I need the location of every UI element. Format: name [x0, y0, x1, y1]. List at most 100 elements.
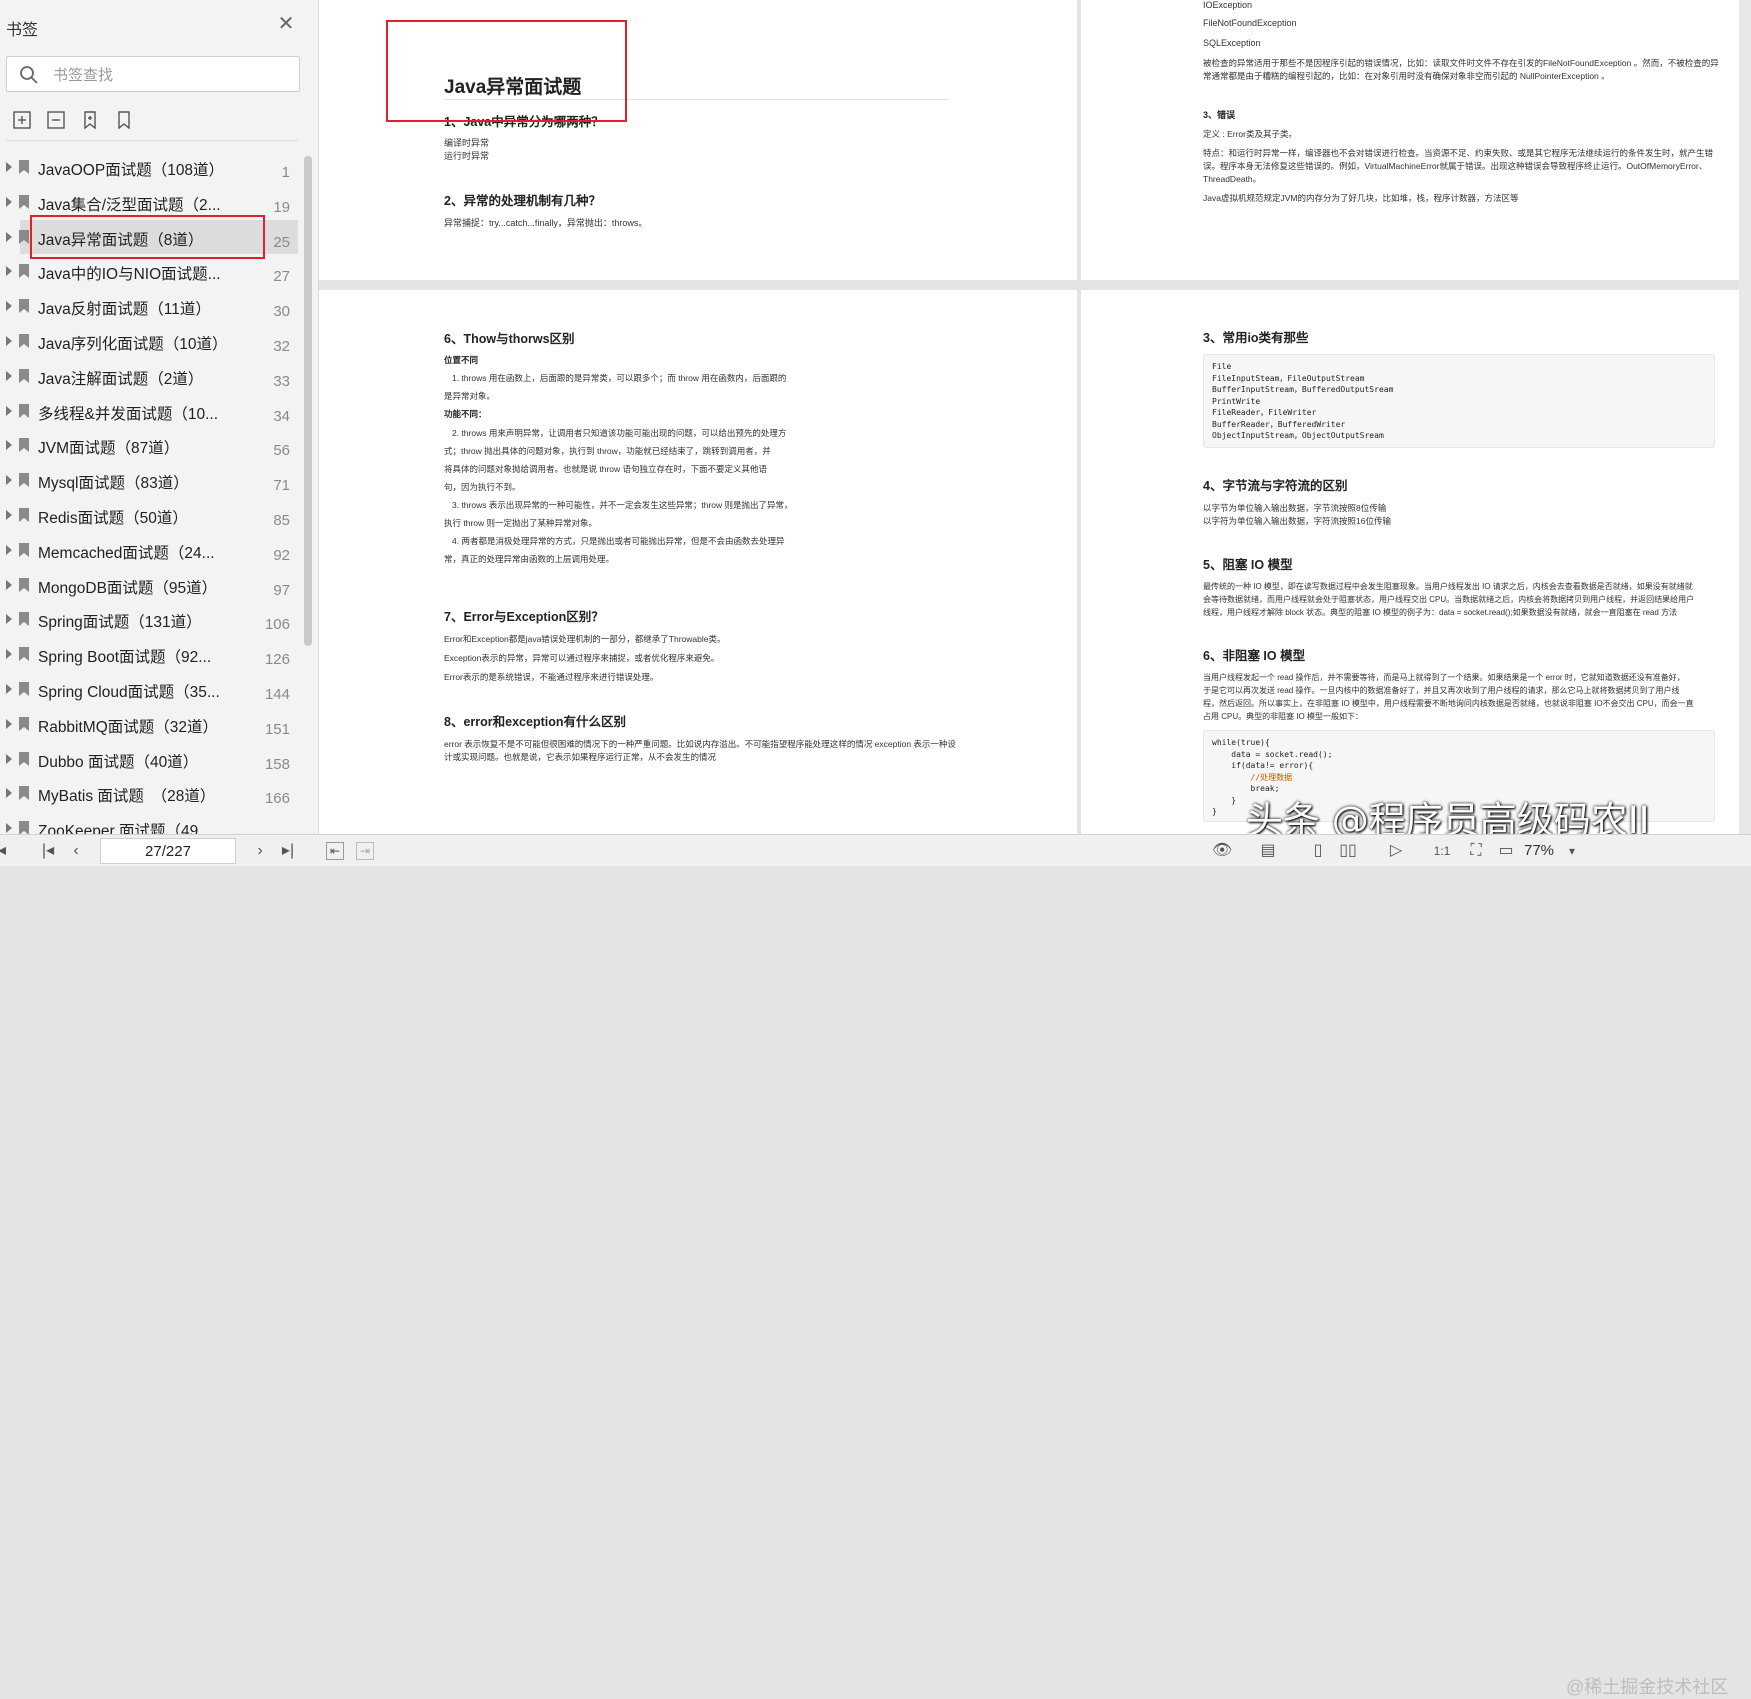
bookmark-item[interactable]: Java异常面试题（8道） 25 — [0, 219, 300, 255]
expand-arrow-icon[interactable] — [6, 823, 12, 834]
page-number-input[interactable] — [100, 838, 236, 864]
text-line: error 表示恢复不是不可能但很困难的情况下的一种严重问题。比如说内存溢出。不… — [444, 739, 956, 749]
text-line: 以字节为单位输入输出数据，字节流按照8位传输 — [1203, 503, 1387, 513]
bookmark-label[interactable]: Java集合/泛型面试题（2... — [38, 193, 221, 215]
bookmark-label[interactable]: Java序列化面试题（10道） — [38, 332, 227, 354]
document-view[interactable]: Java异常面试题 1、Java中异常分为哪两种？ 编译时异常 运行时异常 2、… — [319, 0, 1751, 834]
bookmark-item[interactable]: Java反射面试题（11道） 30 — [0, 289, 300, 324]
expand-arrow-icon[interactable] — [6, 162, 12, 172]
section-heading: 3、错误 — [1203, 110, 1236, 120]
expand-arrow-icon[interactable] — [6, 266, 12, 277]
two-page-icon[interactable]: ▯▯ — [1338, 841, 1358, 861]
expand-arrow-icon[interactable] — [6, 196, 12, 207]
bookmark-item[interactable]: Spring面试题（131道） 106 — [0, 602, 300, 637]
expand-arrow-icon[interactable] — [6, 405, 12, 416]
expand-arrow-icon[interactable] — [6, 509, 12, 520]
forward-icon[interactable]: ⇥ — [356, 842, 374, 860]
actual-size-icon[interactable]: 1:1 — [1432, 841, 1452, 861]
expand-all-icon[interactable] — [12, 110, 32, 130]
single-page-icon[interactable]: ▯ — [1308, 841, 1328, 861]
bookmark-label[interactable]: MongoDB面试题（95道） — [38, 576, 217, 598]
expand-arrow-icon[interactable] — [6, 649, 12, 660]
bookmark-label[interactable]: Java反射面试题（11道） — [38, 297, 211, 319]
expand-arrow-icon[interactable] — [6, 301, 12, 312]
bookmark-item[interactable]: Spring Boot面试题（92... 126 — [0, 637, 300, 672]
bookmark-search-input[interactable] — [51, 64, 295, 86]
document-scrollbar[interactable] — [1739, 0, 1751, 834]
eye-icon[interactable]: 👁 — [1212, 841, 1232, 861]
bookmark-item[interactable]: Java集合/泛型面试题（2... 19 — [0, 185, 300, 220]
play-icon[interactable]: ▷ — [1386, 841, 1406, 861]
bookmark-label[interactable]: MyBatis 面试题 （28道） — [38, 784, 215, 806]
bookmark-label[interactable]: Redis面试题（50道） — [38, 506, 188, 528]
bookmark-search-box[interactable] — [6, 56, 300, 92]
bookmark-item[interactable]: Spring Cloud面试题（35... 144 — [0, 672, 300, 707]
close-icon[interactable]: ✕ — [276, 14, 296, 34]
bookmark-icon — [19, 716, 29, 731]
expand-arrow-icon[interactable] — [6, 683, 12, 694]
expand-arrow-icon[interactable] — [6, 335, 12, 346]
expand-arrow-icon[interactable] — [6, 440, 12, 451]
expand-arrow-icon[interactable] — [6, 753, 12, 764]
zoom-level[interactable]: 77% — [1524, 842, 1554, 859]
bookmark-item[interactable]: Memcached面试题（24... 92 — [0, 533, 300, 568]
collapse-all-icon[interactable] — [46, 110, 66, 130]
expand-arrow-icon[interactable] — [6, 231, 12, 242]
bookmark-item[interactable]: JVM面试题（87道） 56 — [0, 428, 300, 463]
bookmark-item[interactable]: Mysql面试题（83道） 71 — [0, 463, 300, 498]
expand-arrow-icon[interactable] — [6, 579, 12, 590]
expand-arrow-icon[interactable] — [6, 614, 12, 625]
last-page-button[interactable]: ▸| — [278, 841, 298, 861]
first-page-button[interactable]: |◂ — [38, 841, 58, 861]
bookmark-item[interactable]: Java序列化面试题（10道） 32 — [0, 324, 300, 359]
bookmark-item[interactable]: Java中的IO与NIO面试题... 27 — [0, 254, 300, 289]
text-line: 线程，用户线程才解除 block 状态。典型的阻塞 IO 模型的例子为：data… — [1203, 608, 1678, 617]
bookmark-label[interactable]: Spring Cloud面试题（35... — [38, 680, 220, 702]
code-line: ObjectInputStream，ObjectOutputSream — [1212, 431, 1384, 440]
bookmark-label[interactable]: Java中的IO与NIO面试题... — [38, 262, 221, 284]
code-lines: while(true){ data = socket.read(); if(da… — [1212, 737, 1332, 818]
bookmark-label[interactable]: Dubbo 面试题（40道） — [38, 750, 198, 772]
add-bookmark-icon[interactable] — [80, 110, 100, 130]
bookmark-item[interactable]: MyBatis 面试题 （28道） 166 — [0, 776, 300, 811]
sidebar-scrollbar[interactable] — [304, 156, 312, 646]
expand-arrow-icon[interactable] — [6, 370, 12, 381]
back-icon[interactable]: ⇤ — [326, 842, 344, 860]
bookmark-label[interactable]: Memcached面试题（24... — [38, 541, 215, 563]
bookmark-item[interactable]: Redis面试题（50道） 85 — [0, 498, 300, 533]
bookmark-label[interactable]: JVM面试题（87道） — [38, 436, 179, 458]
bookmark-item[interactable]: RabbitMQ面试题（32道） 151 — [0, 707, 300, 742]
text-line: 特点：和运行时异常一样，编译器也不会对错误进行检查。当资源不足、约束失败、或是其… — [1203, 148, 1714, 158]
bookmark-item[interactable]: Dubbo 面试题（40道） 158 — [0, 742, 300, 777]
bookmark-label[interactable]: 多线程&并发面试题（10... — [38, 402, 218, 424]
bookmark-icon — [19, 612, 29, 627]
bookmark-label[interactable]: Java异常面试题（8道） — [38, 228, 203, 250]
bookmark-label[interactable]: JavaOOP面试题（108道） — [38, 158, 224, 180]
bookmark-label[interactable]: Mysql面试题（83道） — [38, 471, 189, 493]
fit-width-icon[interactable]: ▭ — [1496, 841, 1516, 861]
bookmark-item[interactable]: Java注解面试题（2道） 33 — [0, 359, 300, 394]
bookmark-label[interactable]: RabbitMQ面试题（32道） — [38, 715, 218, 737]
bookmark-label[interactable]: Java注解面试题（2道） — [38, 367, 203, 389]
expand-arrow-icon[interactable] — [6, 788, 12, 799]
bookmark-icon[interactable] — [114, 110, 134, 130]
code-line: FileReader，FileWriter — [1212, 408, 1317, 417]
bookmark-label[interactable]: Spring面试题（131道） — [38, 610, 202, 632]
bookmark-icon — [19, 577, 29, 592]
expand-arrow-icon[interactable] — [6, 544, 12, 555]
continuous-view-icon[interactable]: ▤ — [1258, 841, 1278, 861]
expand-arrow-icon[interactable] — [6, 718, 12, 729]
expand-arrow-icon[interactable] — [6, 475, 12, 486]
bookmark-item[interactable]: JavaOOP面试题（108道） 1 — [0, 150, 300, 185]
bookmark-label[interactable]: Spring Boot面试题（92... — [38, 645, 211, 667]
fit-page-icon[interactable]: ⛶ — [1466, 841, 1486, 861]
code-line: } — [1212, 795, 1237, 805]
sidebar-toggle-icon[interactable]: ◂ — [0, 841, 12, 861]
text-line: 定义 : Error类及其子类。 — [1203, 129, 1297, 139]
prev-page-button[interactable]: ‹ — [66, 841, 86, 861]
zoom-dropdown-icon[interactable]: ▾ — [1562, 841, 1582, 861]
bookmark-item[interactable]: MongoDB面试题（95道） 97 — [0, 568, 300, 603]
next-page-button[interactable]: › — [250, 841, 270, 861]
bookmark-item[interactable]: 多线程&并发面试题（10... 34 — [0, 394, 300, 429]
bookmark-icon — [19, 368, 29, 383]
